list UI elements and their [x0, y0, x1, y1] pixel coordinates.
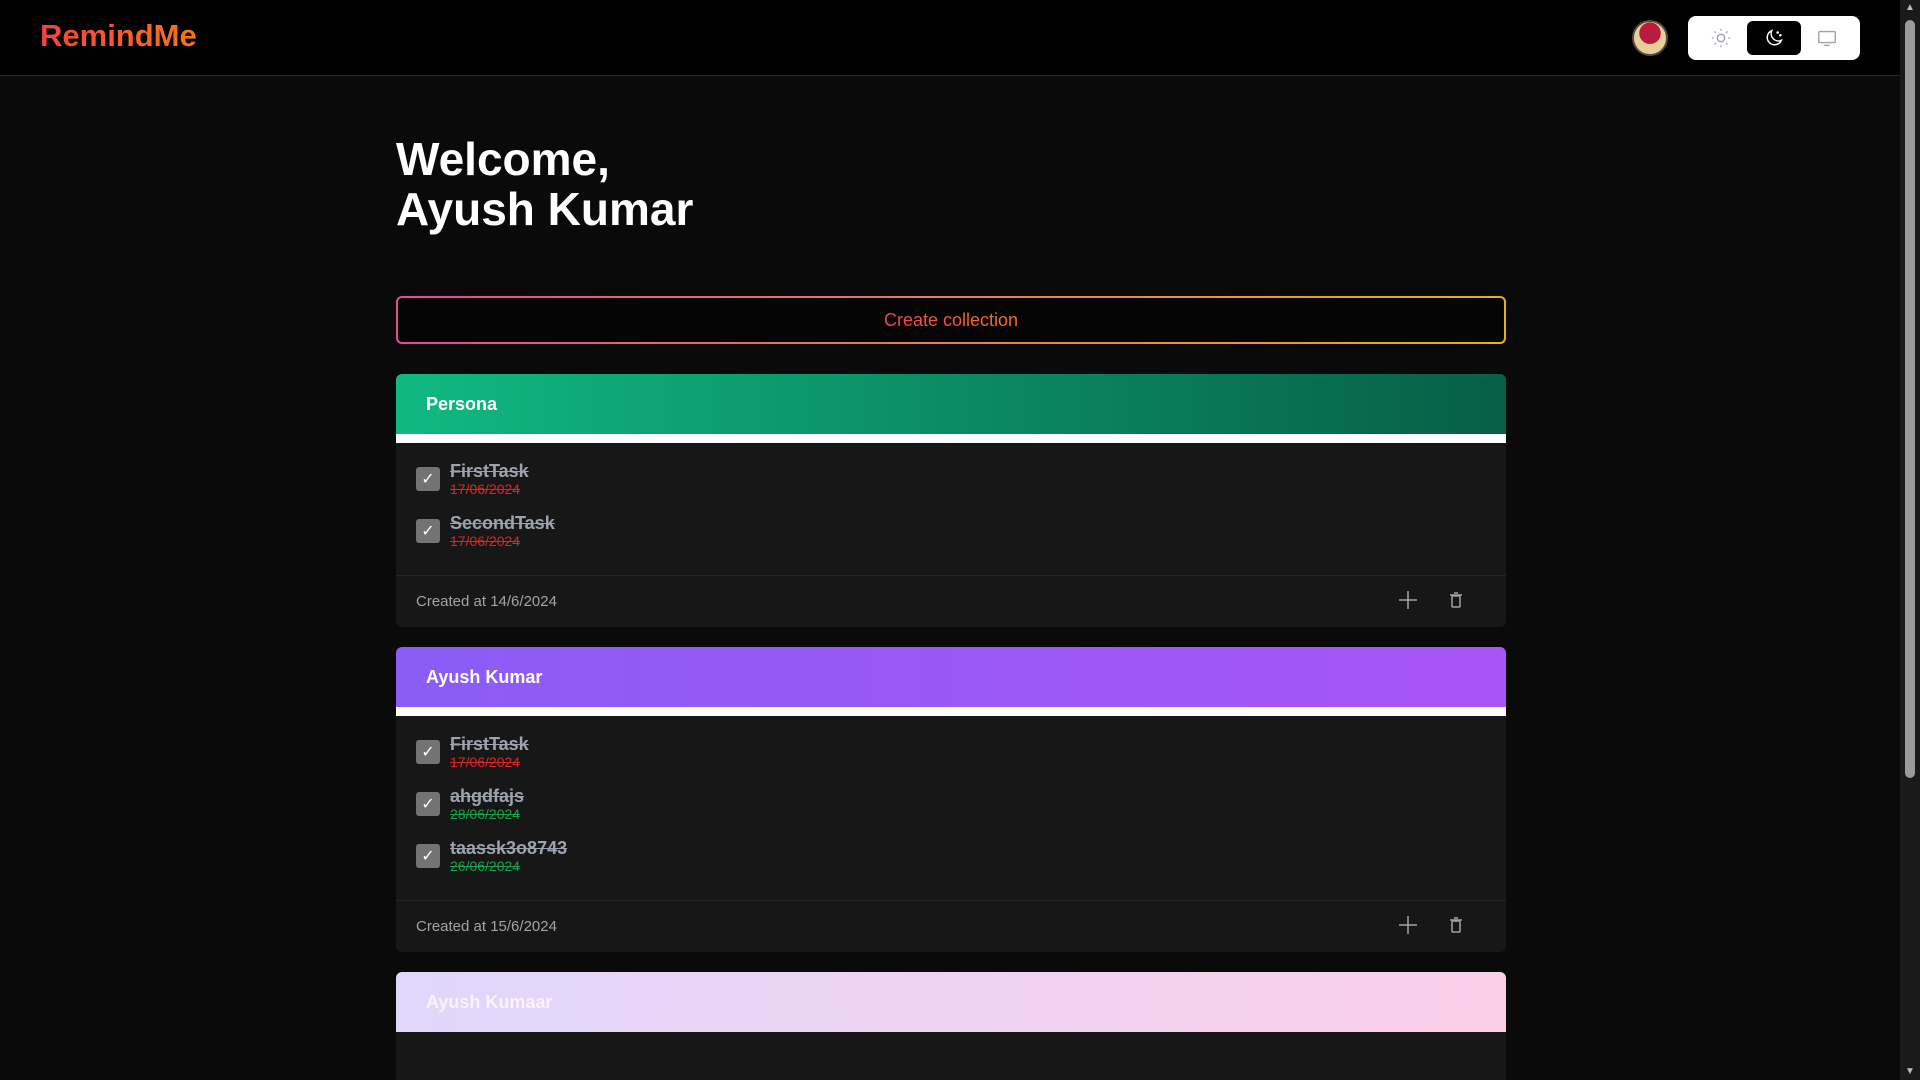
collection-header[interactable]: Persona	[396, 374, 1506, 434]
task-name: SecondTask	[450, 513, 555, 533]
plus-icon	[1399, 591, 1417, 609]
collection-card: Ayush Kumar ✓ FirstTask 17/06/2024 ✓ ahg…	[396, 647, 1506, 952]
task-date: 17/06/2024	[450, 481, 521, 497]
task-list: ✓ FirstTask 17/06/2024 ✓ ahgdfajs 28/06/…	[396, 716, 1506, 900]
task-date: 28/06/2024	[450, 806, 521, 822]
delete-collection-button[interactable]	[1444, 913, 1468, 937]
task-name: FirstTask	[450, 461, 529, 481]
collection-header[interactable]: Ayush Kumar	[396, 647, 1506, 707]
add-task-button[interactable]	[1396, 588, 1420, 612]
welcome-heading: Welcome, Ayush Kumar	[396, 134, 1506, 234]
theme-dark-button[interactable]	[1747, 21, 1801, 55]
collection-title: Ayush Kumaar	[426, 991, 553, 1012]
task-name: ahgdfajs	[450, 786, 525, 806]
task-checkbox[interactable]: ✓	[416, 467, 440, 491]
theme-system-button[interactable]	[1801, 21, 1854, 55]
task-list: ✓ FirstTask 17/06/2024 ✓ SecondTask 17/0…	[396, 443, 1506, 575]
collection-title: Persona	[426, 393, 498, 414]
collection-title: Ayush Kumar	[426, 666, 543, 687]
main-content: Welcome, Ayush Kumar Create collection P…	[396, 76, 1506, 1080]
add-task-button[interactable]	[1396, 913, 1420, 937]
task-checkbox[interactable]: ✓	[416, 740, 440, 764]
collection-actions	[1396, 588, 1468, 612]
app-logo[interactable]: RemindMe	[40, 18, 197, 54]
scroll-up-arrow-icon[interactable]: ▲	[1904, 2, 1916, 14]
trash-icon	[1450, 917, 1462, 933]
collection-header[interactable]: Ayush Kumaar	[396, 972, 1506, 1032]
collection-divider	[396, 434, 1506, 443]
task-item: ✓ ahgdfajs 28/06/2024	[416, 786, 1486, 838]
scrollbar-thumb[interactable]	[1905, 20, 1915, 778]
collection-divider	[396, 707, 1506, 716]
collection-created-date: Created at 14/6/2024	[416, 593, 557, 610]
task-date: 26/06/2024	[450, 858, 521, 874]
viewport: RemindMe Welcome, Ayush Kumar Create col…	[0, 0, 1900, 1080]
task-text: ahgdfajs 28/06/2024	[450, 786, 524, 822]
collection-created-date: Created at 15/6/2024	[416, 918, 557, 935]
collection-footer: Created at 14/6/2024	[396, 575, 1506, 627]
plus-icon	[1399, 916, 1417, 934]
task-text: FirstTask 17/06/2024	[450, 734, 529, 770]
sun-icon	[1711, 28, 1730, 48]
task-text: FirstTask 17/06/2024	[450, 461, 529, 497]
task-name: FirstTask	[450, 734, 529, 754]
create-collection-label: Create collection	[883, 309, 1019, 330]
task-text: taassk3o8743 26/06/2024	[450, 838, 567, 874]
collection-card: Persona ✓ FirstTask 17/06/2024 ✓ SecondT…	[396, 374, 1506, 627]
collection-actions	[1396, 913, 1468, 937]
task-text: SecondTask 17/06/2024	[450, 513, 555, 549]
task-name: taassk3o8743	[450, 838, 568, 858]
task-item: ✓ taassk3o8743 26/06/2024	[416, 838, 1486, 890]
collection-body	[396, 1032, 1506, 1080]
page-scrollbar[interactable]: ▲ ▼	[1900, 0, 1920, 1080]
task-checkbox[interactable]: ✓	[416, 844, 440, 868]
task-date: 17/06/2024	[450, 754, 521, 770]
scroll-down-arrow-icon[interactable]: ▼	[1904, 1066, 1916, 1078]
theme-light-button[interactable]	[1694, 21, 1747, 55]
user-avatar[interactable]	[1632, 20, 1668, 56]
trash-icon	[1450, 592, 1462, 608]
welcome-line-1: Welcome,	[396, 133, 610, 185]
task-item: ✓ FirstTask 17/06/2024	[416, 734, 1486, 786]
task-item: ✓ SecondTask 17/06/2024	[416, 513, 1486, 565]
navbar: RemindMe	[0, 0, 1900, 76]
task-date: 17/06/2024	[450, 533, 521, 549]
welcome-user-name: Ayush Kumar	[396, 183, 694, 235]
create-collection-button[interactable]: Create collection	[396, 296, 1506, 344]
create-collection-inner: Create collection	[398, 298, 1504, 342]
collection-footer: Created at 15/6/2024	[396, 900, 1506, 952]
theme-switcher	[1688, 16, 1860, 60]
task-checkbox[interactable]: ✓	[416, 519, 440, 543]
task-item: ✓ FirstTask 17/06/2024	[416, 461, 1486, 513]
moon-icon	[1766, 29, 1783, 46]
collection-card: Ayush Kumaar	[396, 972, 1506, 1080]
monitor-icon	[1818, 30, 1837, 47]
delete-collection-button[interactable]	[1444, 588, 1468, 612]
task-checkbox[interactable]: ✓	[416, 792, 440, 816]
